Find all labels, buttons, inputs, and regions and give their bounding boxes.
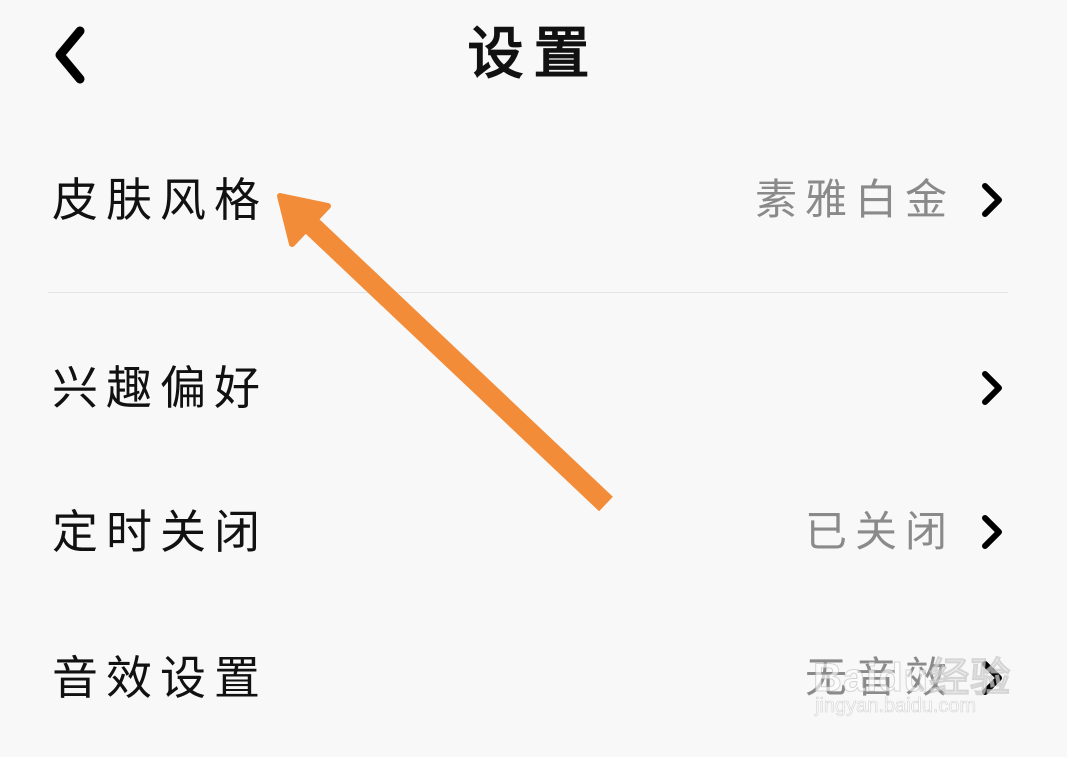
settings-item-label: 兴趣偏好 — [52, 361, 268, 415]
section-divider — [48, 292, 1008, 293]
settings-screen: 设置 皮肤风格 素雅白金 兴趣偏好 定时关闭 已关闭 音效设置 无音效 Baid… — [0, 0, 1067, 757]
settings-item-value: 已关闭 — [804, 507, 955, 556]
settings-item-sleep-timer[interactable]: 定时关闭 已关闭 — [0, 488, 1067, 578]
chevron-right-icon — [982, 515, 1002, 549]
page-title: 设置 — [467, 21, 600, 87]
settings-item-skin-style[interactable]: 皮肤风格 素雅白金 — [0, 156, 1067, 246]
settings-item-interest-preference[interactable]: 兴趣偏好 — [0, 344, 1067, 434]
settings-item-value: 无音效 — [804, 653, 955, 702]
chevron-right-icon — [982, 371, 1002, 405]
chevron-right-icon — [982, 183, 1002, 217]
chevron-right-icon — [982, 661, 1002, 695]
settings-item-sound-effects[interactable]: 音效设置 无音效 — [0, 634, 1067, 724]
settings-item-label: 定时关闭 — [52, 505, 268, 559]
header-bar: 设置 — [0, 0, 1067, 110]
settings-item-value: 素雅白金 — [754, 175, 955, 224]
settings-item-label: 音效设置 — [52, 651, 268, 705]
settings-item-label: 皮肤风格 — [52, 173, 268, 227]
